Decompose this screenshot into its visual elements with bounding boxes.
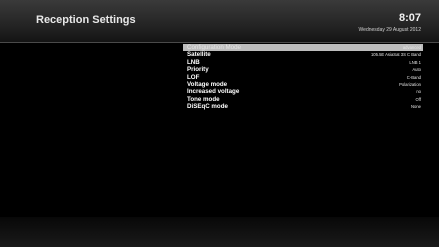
setting-value: 105.5E AsiaSat 3S C Band <box>370 52 421 58</box>
setting-row-configuration-mode[interactable]: Configuration Mode advanced <box>183 44 423 52</box>
setting-row-tone-mode[interactable]: Tone mode Off <box>183 96 423 103</box>
setting-row-voltage-mode[interactable]: Voltage mode Polarization <box>183 81 423 88</box>
setting-label: DiSEqC mode <box>187 103 228 111</box>
setting-row-increased-voltage[interactable]: Increased voltage no <box>183 88 423 95</box>
setting-value: Polarization <box>399 81 421 87</box>
setting-label: LNB <box>187 58 200 66</box>
setting-value: Auto <box>412 67 421 73</box>
setting-row-priority[interactable]: Priority Auto <box>183 66 423 73</box>
date-label: Wednesday 29 August 2012 <box>358 27 421 33</box>
setting-value: no <box>416 89 421 95</box>
setting-row-satellite[interactable]: Satellite 105.5E AsiaSat 3S C Band <box>183 51 423 58</box>
setting-row-lnb[interactable]: LNB LNB 1 <box>183 59 423 66</box>
footer-bar <box>0 217 439 247</box>
header-divider <box>0 42 439 43</box>
setting-row-diseqc-mode[interactable]: DiSEqC mode None <box>183 103 423 110</box>
settings-list: Configuration Mode advanced Satellite 10… <box>183 44 423 111</box>
setting-label: Configuration Mode <box>187 44 242 51</box>
setting-value: C-Band <box>406 74 421 80</box>
setting-value: advanced <box>402 45 421 50</box>
setting-label: Voltage mode <box>187 80 228 88</box>
setting-label: Satellite <box>187 51 211 59</box>
setting-label: Tone mode <box>187 95 220 103</box>
setting-label: LOF <box>187 73 200 81</box>
setting-label: Increased voltage <box>187 88 240 96</box>
setting-label: Priority <box>187 66 209 74</box>
reception-settings-screen: Reception Settings 8:07 Wednesday 29 Aug… <box>0 0 439 247</box>
setting-value: Off <box>415 96 421 102</box>
page-title: Reception Settings <box>36 14 136 26</box>
clock: 8:07 <box>398 12 421 24</box>
setting-value: LNB 1 <box>409 59 421 65</box>
header-bar: Reception Settings 8:07 Wednesday 29 Aug… <box>0 0 439 42</box>
setting-row-lof[interactable]: LOF C-Band <box>183 74 423 81</box>
setting-value: None <box>410 104 421 110</box>
